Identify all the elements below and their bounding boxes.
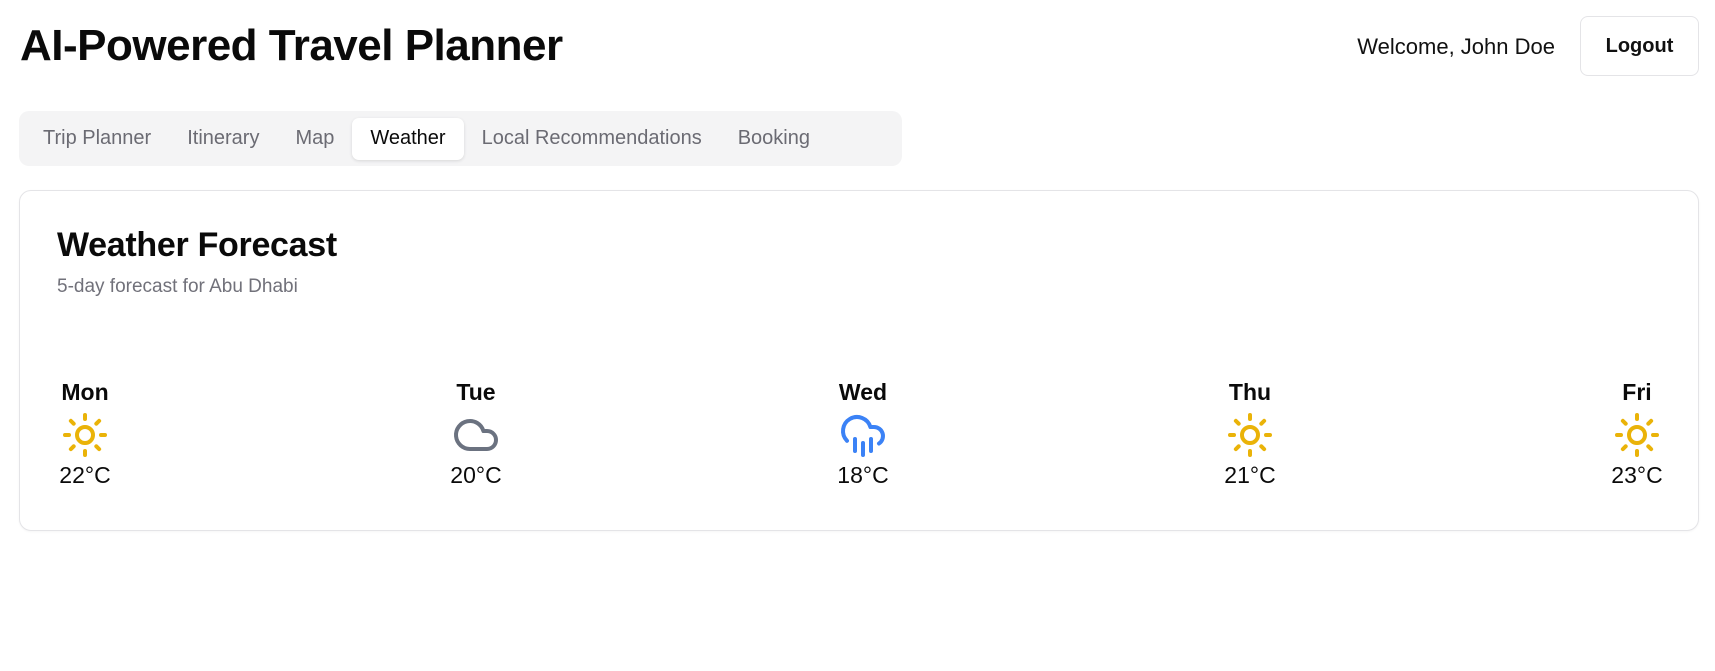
forecast-day-fri: Fri 23°C <box>1577 377 1697 490</box>
cloud-icon <box>454 419 498 451</box>
tab-trip-planner[interactable]: Trip Planner <box>25 118 169 160</box>
tab-weather[interactable]: Weather <box>352 117 464 160</box>
forecast-day-tue: Tue 20°C <box>416 377 536 490</box>
card-subtitle: 5-day forecast for Abu Dhabi <box>57 276 298 297</box>
day-name: Thu <box>1228 379 1272 405</box>
day-temp: 21°C <box>1224 462 1276 488</box>
app-header: AI-Powered Travel Planner Welcome, John … <box>0 0 1715 95</box>
app-title: AI-Powered Travel Planner <box>20 21 563 70</box>
logout-button[interactable]: Logout <box>1580 16 1699 76</box>
day-temp: 23°C <box>1611 462 1663 488</box>
day-temp: 20°C <box>450 462 502 488</box>
sun-icon <box>63 413 107 457</box>
day-name: Mon <box>61 379 109 405</box>
tab-local-recommendations[interactable]: Local Recommendations <box>464 118 720 160</box>
tab-map[interactable]: Map <box>277 118 352 160</box>
forecast-day-thu: Thu 21°C <box>1190 377 1310 490</box>
tab-bar: Trip Planner Itinerary Map Weather Local… <box>19 111 902 166</box>
day-name: Tue <box>456 379 496 405</box>
cloud-rain-icon <box>841 415 885 457</box>
welcome-message: Welcome, John Doe <box>1357 34 1555 59</box>
weather-forecast-card: Weather Forecast 5-day forecast for Abu … <box>19 190 1699 531</box>
tab-booking[interactable]: Booking <box>720 118 828 160</box>
sun-icon <box>1228 413 1272 457</box>
forecast-day-wed: Wed 18°C <box>803 377 923 490</box>
forecast-day-mon: Mon 22°C <box>25 377 145 490</box>
day-name: Wed <box>838 379 888 405</box>
day-temp: 22°C <box>59 462 111 488</box>
day-temp: 18°C <box>837 462 889 488</box>
tab-itinerary[interactable]: Itinerary <box>169 118 277 160</box>
card-title: Weather Forecast <box>57 226 337 264</box>
sun-icon <box>1615 413 1659 457</box>
day-name: Fri <box>1622 379 1652 405</box>
